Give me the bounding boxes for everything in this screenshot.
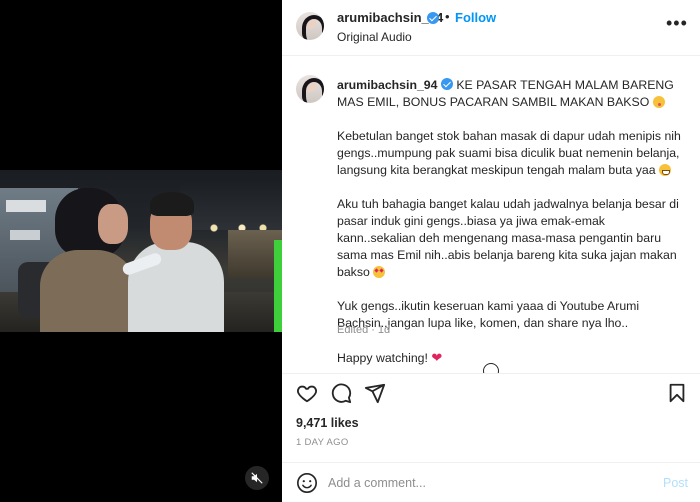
load-more-icon[interactable] xyxy=(483,363,499,373)
audio-link[interactable]: Original Audio xyxy=(337,30,412,44)
post-panel: arumibachsin_94 • Follow Original Audio … xyxy=(282,0,700,502)
edited-label: Edited xyxy=(337,324,369,336)
mute-button[interactable] xyxy=(245,466,269,490)
caption-avatar[interactable] xyxy=(296,75,324,103)
mute-icon xyxy=(251,472,263,484)
kiss-emoji-icon xyxy=(652,96,665,108)
post-date[interactable]: 1 DAY AGO xyxy=(296,437,349,448)
red-heart-emoji-icon: ❤ xyxy=(431,350,443,365)
comment-bar: Post xyxy=(282,462,700,502)
media-pane xyxy=(0,0,282,502)
caption-area: arumibachsin_94 KE PASAR TENGAH MALAM BA… xyxy=(282,57,700,373)
follow-button[interactable]: Follow xyxy=(455,10,496,25)
share-icon[interactable] xyxy=(364,382,386,404)
more-icon[interactable]: ••• xyxy=(666,14,688,32)
caption-paragraph: Happy watching! xyxy=(337,351,428,365)
caption-age: 1d xyxy=(377,324,391,336)
smile-icon[interactable] xyxy=(296,472,318,494)
comment-icon[interactable] xyxy=(330,382,352,404)
action-bar xyxy=(282,373,700,409)
comment-input[interactable] xyxy=(328,473,648,493)
caption-paragraph: Kebetulan banget stok bahan masak di dap… xyxy=(337,129,681,177)
post-header: arumibachsin_94 • Follow Original Audio … xyxy=(282,0,700,56)
bookmark-icon[interactable] xyxy=(666,382,688,404)
verified-icon xyxy=(440,78,453,90)
verified-icon xyxy=(427,12,439,24)
avatar[interactable] xyxy=(296,12,324,40)
caption-meta: Edited · 1d xyxy=(337,324,391,336)
heart-icon[interactable] xyxy=(296,382,318,404)
post-button[interactable]: Post xyxy=(663,476,688,490)
likes-count[interactable]: 9,471 likes xyxy=(296,416,359,430)
grin-emoji-icon xyxy=(658,164,671,176)
video-player[interactable] xyxy=(0,170,282,332)
caption-username[interactable]: arumibachsin_94 xyxy=(337,78,437,92)
heart-eyes-emoji-icon xyxy=(373,266,386,278)
separator-dot: • xyxy=(445,9,450,24)
caption-paragraph: Aku tuh bahagia banget kalau udah jadwal… xyxy=(337,197,679,279)
